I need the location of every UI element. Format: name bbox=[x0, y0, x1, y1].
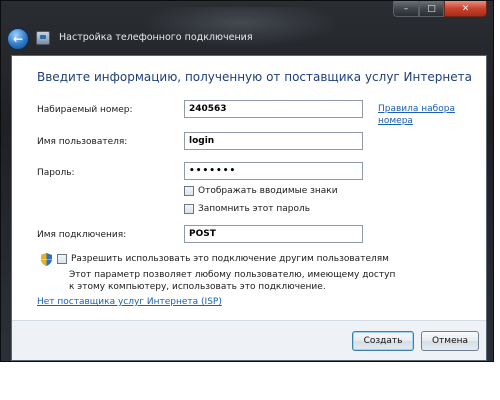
window-controls: – □ ✕ bbox=[393, 1, 487, 19]
allow-others-description: Этот параметр позволяет любому пользоват… bbox=[69, 270, 396, 292]
allow-others-checkbox-row[interactable]: Разрешить использовать это подключение д… bbox=[57, 254, 389, 264]
phone-field[interactable]: 240563 bbox=[184, 100, 363, 118]
allow-others-checkbox[interactable] bbox=[57, 254, 67, 264]
close-button[interactable]: ✕ bbox=[444, 1, 487, 17]
remember-password-checkbox-row[interactable]: Запомнить этот пароль bbox=[184, 204, 310, 214]
dialog-content: Введите информацию, полученную от постав… bbox=[11, 55, 487, 361]
page-heading: Введите информацию, полученную от постав… bbox=[37, 70, 472, 84]
show-chars-label: Отображать вводимые знаки bbox=[198, 186, 338, 196]
dialing-rules-link[interactable]: Правила набора номера bbox=[378, 103, 468, 127]
uac-shield-icon bbox=[41, 253, 52, 266]
maximize-button[interactable]: □ bbox=[419, 1, 444, 17]
remember-password-checkbox[interactable] bbox=[184, 204, 194, 214]
dialog-window: – □ ✕ ← Настройка телефонного подключени… bbox=[0, 0, 494, 362]
show-chars-checkbox-row[interactable]: Отображать вводимые знаки bbox=[184, 186, 338, 196]
back-button[interactable]: ← bbox=[7, 28, 29, 50]
back-arrow-icon: ← bbox=[12, 32, 24, 46]
username-field[interactable]: login bbox=[184, 132, 363, 150]
password-label: Пароль: bbox=[37, 168, 75, 178]
minimize-button[interactable]: – bbox=[393, 1, 419, 17]
create-button[interactable]: Создать bbox=[352, 331, 414, 351]
no-isp-link[interactable]: Нет поставщика услуг Интернета (ISP) bbox=[37, 297, 222, 307]
remember-password-label: Запомнить этот пароль bbox=[198, 204, 311, 214]
username-label: Имя пользователя: bbox=[37, 137, 128, 147]
connection-name-label: Имя подключения: bbox=[37, 230, 127, 240]
dialup-connection-icon bbox=[36, 31, 50, 45]
password-field[interactable]: ••••••• bbox=[184, 162, 363, 180]
phone-label: Набираемый номер: bbox=[37, 105, 133, 115]
allow-others-label: Разрешить использовать это подключение д… bbox=[71, 254, 389, 264]
dialog-footer: Создать Отмена bbox=[12, 320, 486, 360]
cancel-button[interactable]: Отмена bbox=[421, 331, 479, 351]
show-chars-checkbox[interactable] bbox=[184, 186, 194, 196]
window-title: Настройка телефонного подключения bbox=[59, 32, 253, 43]
connection-name-field[interactable]: POST bbox=[184, 225, 363, 243]
